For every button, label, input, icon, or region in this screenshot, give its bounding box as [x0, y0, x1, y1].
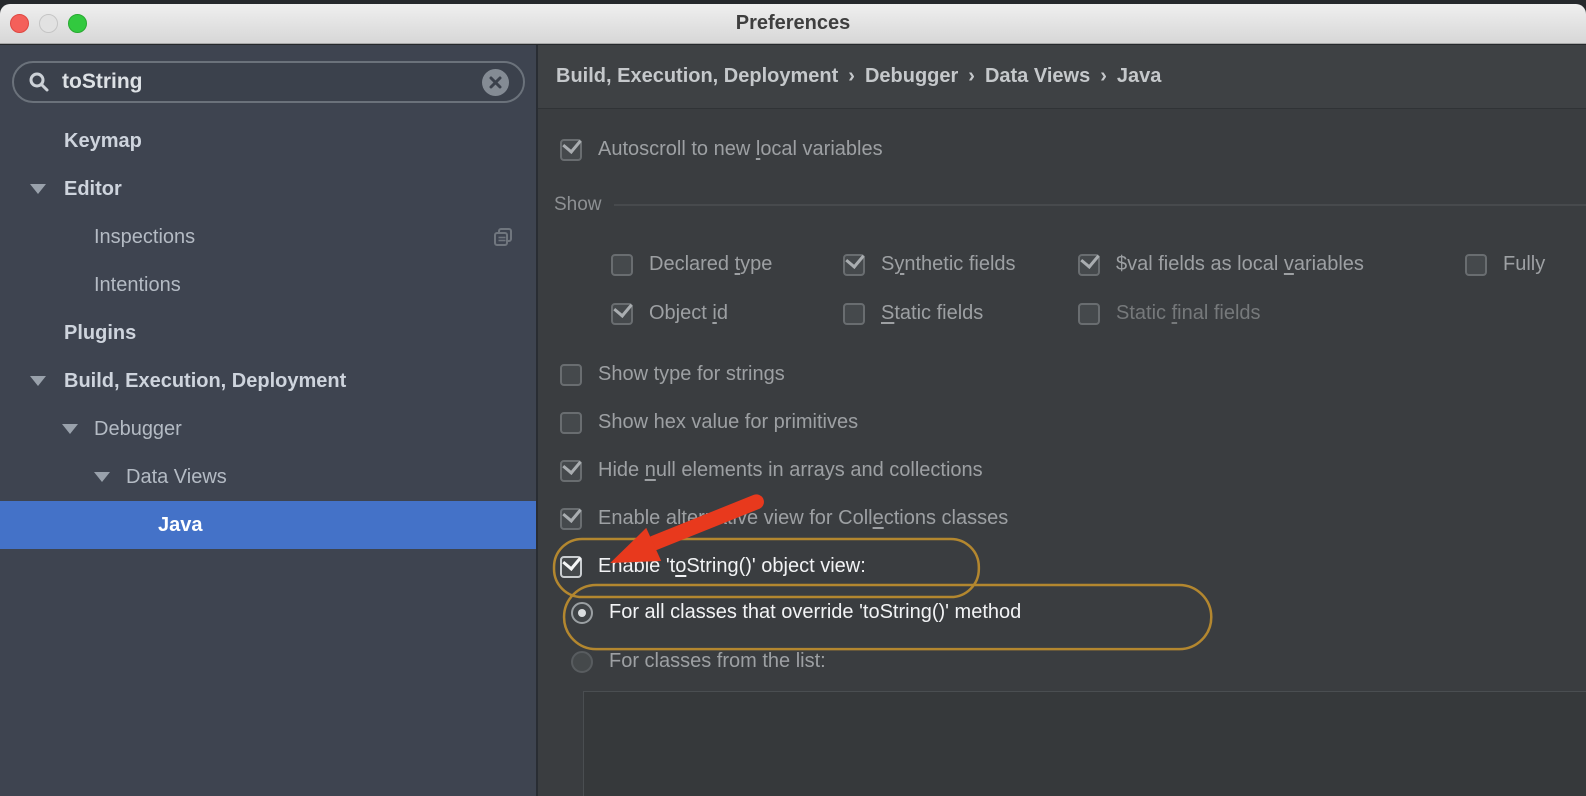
static-fields-option: Static fields	[843, 300, 983, 327]
tostring-all-classes-option: For all classes that override 'toString(…	[571, 599, 1021, 626]
declared-type-checkbox[interactable]	[611, 254, 633, 276]
sidebar-item-intentions[interactable]: Intentions	[0, 261, 536, 309]
autoscroll-option: Autoscroll to new local variables	[560, 136, 883, 163]
chevron-down-icon[interactable]	[30, 376, 46, 386]
sidebar-item-build-execution-deployment[interactable]: Build, Execution, Deployment	[0, 357, 536, 405]
breadcrumb: Build, Execution, Deployment›Debugger›Da…	[556, 65, 1161, 88]
enable-tostring-checkbox[interactable]	[560, 556, 582, 578]
chevron-down-icon[interactable]	[62, 424, 78, 434]
section-divider	[614, 204, 1586, 206]
tostring-classes-from-list-radio[interactable]	[571, 651, 593, 673]
show-section-label: Show	[554, 194, 602, 216]
fully-qualified-option: Fully	[1465, 251, 1545, 278]
settings-search-field[interactable]	[12, 61, 525, 103]
minimize-button[interactable]	[39, 14, 58, 33]
object-id-checkbox[interactable]	[611, 303, 633, 325]
settings-sidebar: Keymap Editor Inspections Inten	[0, 45, 538, 796]
clear-search-icon[interactable]	[482, 69, 509, 96]
tostring-all-classes-radio[interactable]	[571, 602, 593, 624]
copy-icon	[493, 227, 514, 248]
show-type-strings-checkbox[interactable]	[560, 364, 582, 386]
titlebar: Preferences	[0, 4, 1586, 44]
val-fields-option: $val fields as local variables	[1078, 251, 1364, 278]
enable-alternative-view-checkbox[interactable]	[560, 508, 582, 530]
sidebar-item-keymap[interactable]: Keymap	[0, 117, 536, 165]
chevron-down-icon[interactable]	[30, 184, 46, 194]
fully-qualified-checkbox[interactable]	[1465, 254, 1487, 276]
tostring-classes-list[interactable]	[583, 691, 1586, 796]
val-fields-checkbox[interactable]	[1078, 254, 1100, 276]
enable-tostring-option: Enable 'toString()' object view:	[560, 553, 866, 580]
synthetic-fields-checkbox[interactable]	[843, 254, 865, 276]
chevron-down-icon[interactable]	[94, 472, 110, 482]
preferences-window: Preferences Keymap	[0, 0, 1586, 796]
hide-null-checkbox[interactable]	[560, 460, 582, 482]
autoscroll-checkbox[interactable]	[560, 139, 582, 161]
zoom-button[interactable]	[68, 14, 87, 33]
static-fields-checkbox[interactable]	[843, 303, 865, 325]
page-header: Build, Execution, Deployment›Debugger›Da…	[538, 45, 1586, 109]
window-title: Preferences	[736, 12, 851, 35]
show-type-strings-option: Show type for strings	[560, 361, 785, 388]
sidebar-item-editor[interactable]: Editor	[0, 165, 536, 213]
search-icon	[28, 71, 50, 93]
show-hex-option: Show hex value for primitives	[560, 409, 858, 436]
static-final-fields-option: Static final fields	[1078, 300, 1261, 327]
main-area: Keymap Editor Inspections Inten	[0, 45, 1586, 796]
synthetic-fields-option: Synthetic fields	[843, 251, 1016, 278]
enable-alternative-view-option: Enable alternative view for Collections …	[560, 505, 1008, 532]
show-section: Show	[554, 191, 1586, 218]
static-final-fields-checkbox[interactable]	[1078, 303, 1100, 325]
declared-type-option: Declared type	[611, 251, 772, 278]
sidebar-item-java[interactable]: Java	[0, 501, 536, 549]
tostring-classes-from-list-option: For classes from the list:	[571, 648, 826, 675]
settings-page-java-data-views: Build, Execution, Deployment›Debugger›Da…	[538, 45, 1586, 796]
sidebar-item-debugger[interactable]: Debugger	[0, 405, 536, 453]
show-hex-checkbox[interactable]	[560, 412, 582, 434]
traffic-lights	[10, 4, 87, 43]
hide-null-option: Hide null elements in arrays and collect…	[560, 457, 983, 484]
settings-tree: Keymap Editor Inspections Inten	[0, 117, 536, 549]
close-button[interactable]	[10, 14, 29, 33]
sidebar-item-plugins[interactable]: Plugins	[0, 309, 536, 357]
object-id-option: Object id	[611, 300, 728, 327]
sidebar-item-inspections[interactable]: Inspections	[0, 213, 536, 261]
sidebar-item-data-views[interactable]: Data Views	[0, 453, 536, 501]
search-input[interactable]	[60, 69, 472, 95]
